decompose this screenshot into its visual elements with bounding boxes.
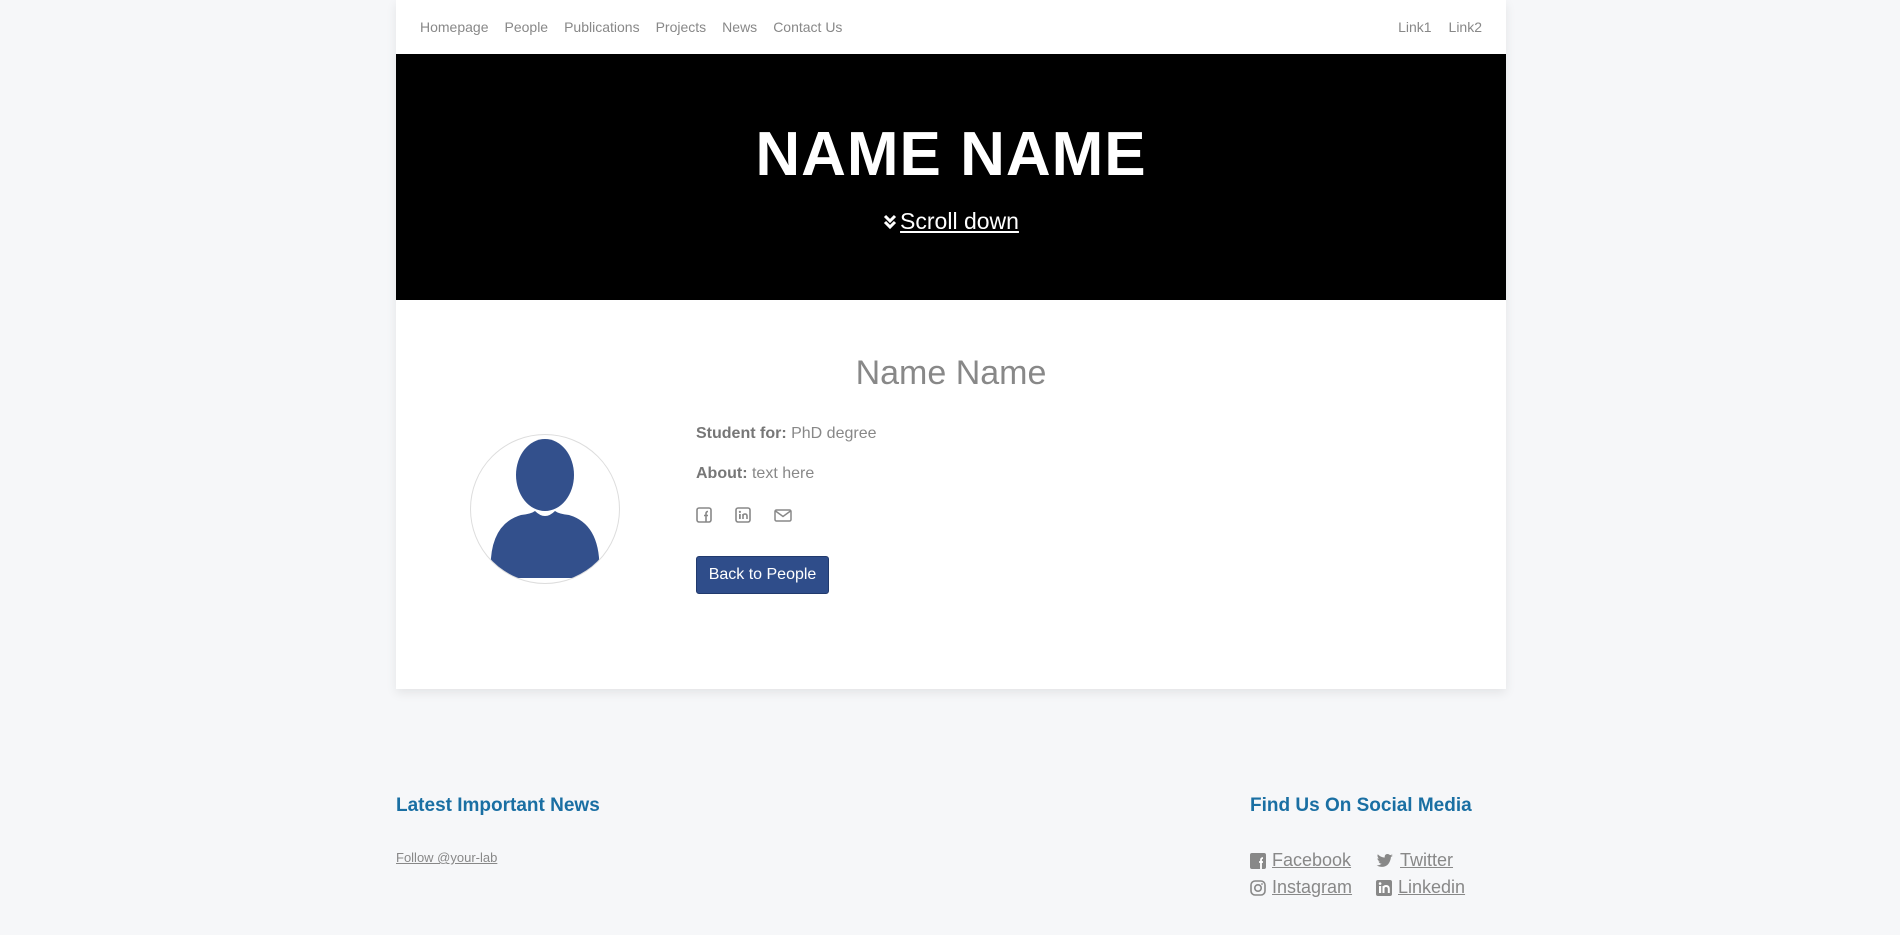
nav-link2[interactable]: Link2 <box>1449 19 1482 35</box>
scroll-down-label: Scroll down <box>900 208 1019 234</box>
footer-instagram-link[interactable]: Instagram <box>1250 877 1352 898</box>
about-value: text here <box>751 465 815 482</box>
follow-twitter-link[interactable]: Follow @your-lab <box>396 850 497 865</box>
linkedin-icon <box>1376 879 1392 896</box>
linkedin-icon[interactable] <box>735 507 751 523</box>
scroll-down: Scroll down <box>396 208 1506 235</box>
footer-facebook-link[interactable]: Facebook <box>1250 850 1351 871</box>
nav-publications-link[interactable]: Publications <box>564 19 640 35</box>
nav-people-link[interactable]: People <box>505 19 549 35</box>
footer-facebook-label: Facebook <box>1272 850 1352 870</box>
footer-twitter-label: Twitter <box>1400 850 1454 870</box>
profile-name: Name Name <box>855 354 1047 392</box>
student-for-row: Student for: PhD degree <box>696 425 877 445</box>
email-icon[interactable] <box>774 507 792 523</box>
back-to-people-button[interactable]: Back to People <box>696 556 829 594</box>
user-silhouette-icon <box>490 439 600 578</box>
about-label: About: <box>696 465 748 482</box>
footer-twitter-link[interactable]: Twitter <box>1376 850 1453 871</box>
nav-link1[interactable]: Link1 <box>1398 19 1431 35</box>
latest-news-heading: Latest Important News <box>396 795 600 816</box>
student-for-value: PhD degree <box>791 425 877 442</box>
scroll-down-link[interactable]: Scroll down <box>883 208 1019 235</box>
instagram-icon <box>1250 879 1266 896</box>
profile-info: Student for: PhD degree About: text here <box>696 425 877 523</box>
hero-banner: NAME NAME Scroll down <box>396 54 1506 300</box>
nav-projects-link[interactable]: Projects <box>656 19 707 35</box>
nav-right-group: Link1 Link2 <box>1381 19 1506 35</box>
avatar <box>470 434 620 584</box>
nav-contact-link[interactable]: Contact Us <box>773 19 842 35</box>
hero-title: NAME NAME <box>755 120 1147 189</box>
footer-instagram-label: Instagram <box>1272 877 1353 897</box>
about-row: About: text here <box>696 465 877 485</box>
main-card: Homepage People Publications Projects Ne… <box>396 0 1506 689</box>
facebook-icon[interactable] <box>696 507 712 523</box>
double-chevron-down-icon <box>883 214 897 229</box>
student-for-label: Student for: <box>696 425 787 442</box>
profile-social-icons <box>696 507 877 523</box>
nav-homepage-link[interactable]: Homepage <box>420 19 489 35</box>
top-navbar: Homepage People Publications Projects Ne… <box>396 0 1506 54</box>
twitter-icon <box>1376 853 1393 867</box>
nav-left-group: Homepage People Publications Projects Ne… <box>396 19 858 35</box>
footer-linkedin-link[interactable]: Linkedin <box>1376 877 1465 898</box>
footer-linkedin-label: Linkedin <box>1398 877 1466 897</box>
nav-news-link[interactable]: News <box>722 19 757 35</box>
facebook-icon <box>1250 852 1266 869</box>
social-media-heading: Find Us On Social Media <box>1250 795 1472 816</box>
